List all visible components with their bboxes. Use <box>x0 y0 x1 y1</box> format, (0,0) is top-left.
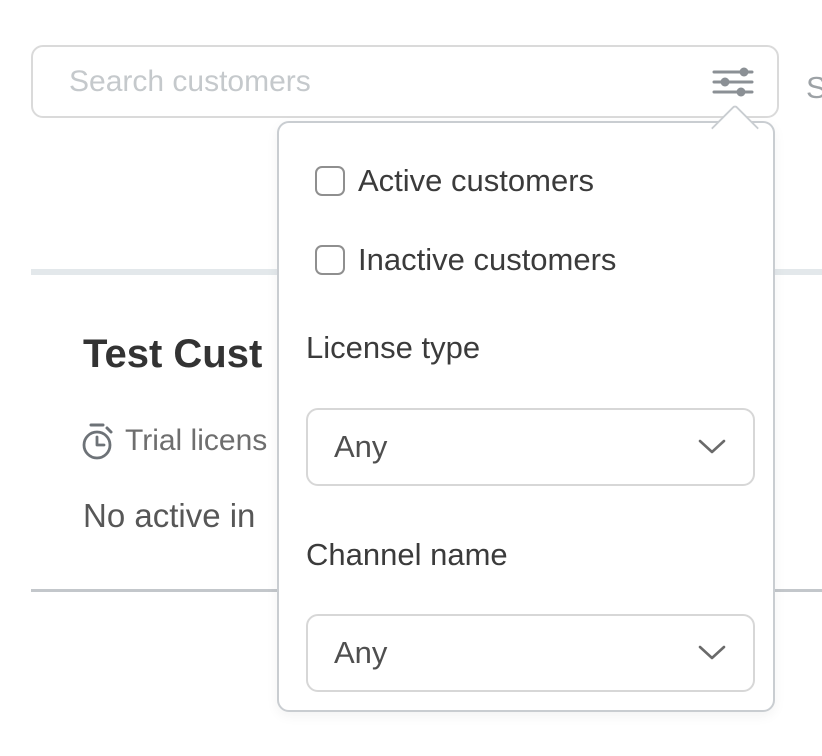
channel-name-label: Channel name <box>306 537 508 573</box>
search-bar <box>31 45 779 118</box>
checkbox-label: Active customers <box>358 163 594 199</box>
stopwatch-icon <box>78 421 116 461</box>
inactive-customers-option[interactable]: Inactive customers <box>315 242 616 278</box>
active-customers-option[interactable]: Active customers <box>315 163 594 199</box>
filter-popover: Active customers Inactive customers Lice… <box>277 121 775 712</box>
license-type-label: License type <box>306 330 480 366</box>
license-type-value: Any <box>334 429 697 465</box>
checkbox-label: Inactive customers <box>358 242 616 278</box>
search-input[interactable] <box>69 65 707 99</box>
chevron-down-icon <box>697 438 727 456</box>
chevron-down-icon <box>697 644 727 662</box>
sliders-icon <box>711 66 755 98</box>
license-type-select[interactable]: Any <box>306 408 755 486</box>
checkbox-active-customers[interactable] <box>315 166 345 196</box>
license-info: Trial licens <box>78 421 267 461</box>
filter-button[interactable] <box>707 62 759 102</box>
truncated-right-text: S <box>806 70 822 106</box>
channel-name-select[interactable]: Any <box>306 614 755 692</box>
checkbox-inactive-customers[interactable] <box>315 245 345 275</box>
customer-name-heading: Test Cust <box>83 332 262 377</box>
channel-name-value: Any <box>334 635 697 671</box>
license-text: Trial licens <box>125 424 267 458</box>
status-text: No active in <box>83 497 255 535</box>
